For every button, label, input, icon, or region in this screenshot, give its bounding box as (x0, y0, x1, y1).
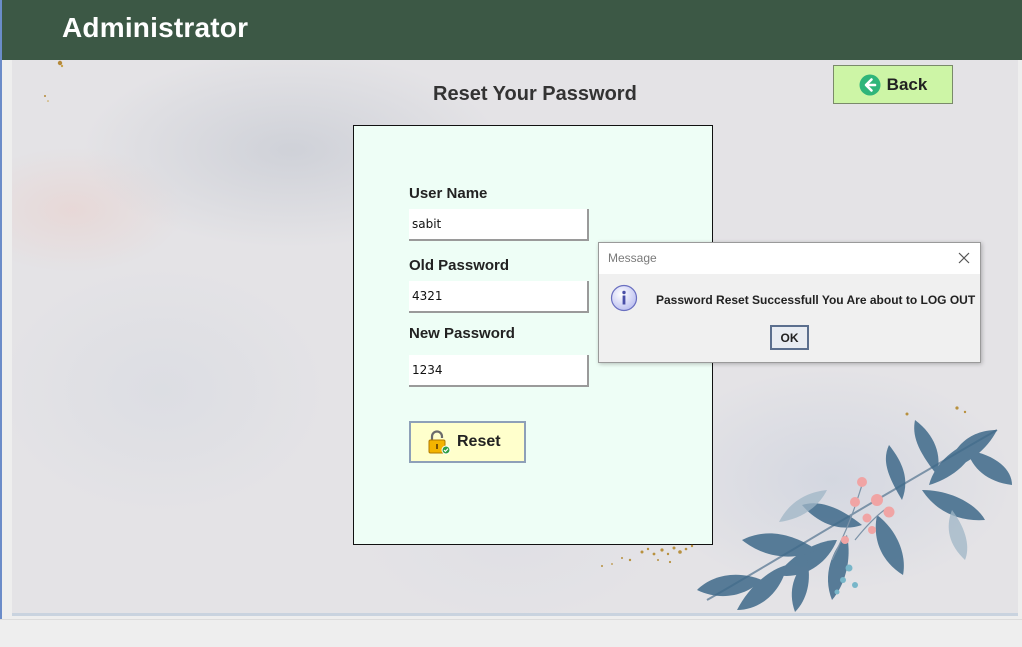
reset-button[interactable]: Reset (409, 421, 526, 463)
panel-border (12, 613, 1018, 616)
new-password-field[interactable] (409, 355, 589, 387)
app-window: Administrator Reset Your Password Back U… (0, 0, 1022, 647)
username-field[interactable] (409, 209, 589, 241)
header-bar: Administrator (2, 0, 1022, 60)
window-edge (0, 0, 2, 620)
reset-button-label: Reset (457, 433, 501, 450)
header-title: Administrator (62, 12, 249, 43)
old-password-field[interactable] (409, 281, 589, 313)
page-title: Reset Your Password (433, 83, 637, 105)
close-icon (958, 252, 970, 264)
back-button[interactable]: Back (833, 65, 953, 104)
lock-icon (428, 430, 451, 455)
message-dialog: Message Password Reset Successfull You A… (598, 242, 981, 363)
new-password-label: New Password (409, 325, 515, 342)
username-label: User Name (409, 185, 488, 202)
info-icon (610, 284, 638, 312)
back-button-label: Back (886, 74, 928, 94)
leaf-decoration (697, 406, 1012, 612)
status-bar (0, 619, 1022, 647)
dialog-title: Message (608, 251, 657, 265)
old-password-label: Old Password (409, 257, 510, 274)
dialog-titlebar[interactable]: Message (599, 243, 980, 274)
arrow-left-circle-icon (859, 74, 881, 95)
dialog-message: Password Reset Successfull You Are about… (656, 293, 976, 307)
gold-speckle-decoration (44, 60, 64, 102)
ok-button[interactable]: OK (770, 325, 809, 350)
dialog-close-button[interactable] (954, 248, 974, 268)
